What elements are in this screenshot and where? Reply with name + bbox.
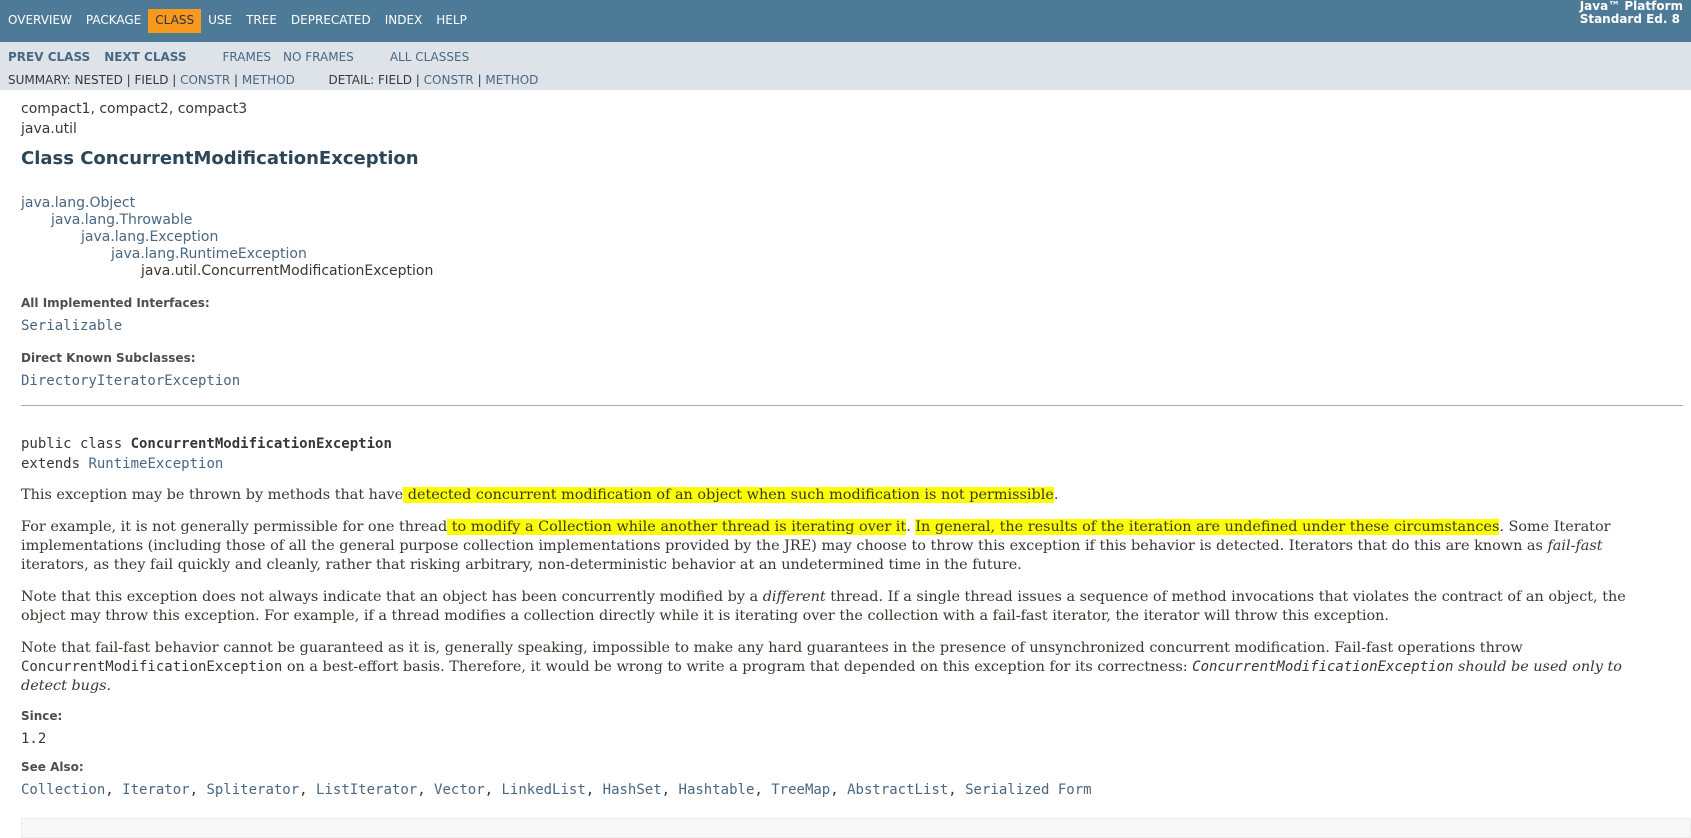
see-also-link[interactable]: LinkedList xyxy=(501,782,585,798)
see-also-separator: , xyxy=(585,782,603,798)
p4-text-a: Note that fail-fast behavior cannot be g… xyxy=(21,640,1523,656)
see-also-link[interactable]: TreeMap xyxy=(771,782,830,798)
p4-text-b: on a best-effort basis. Therefore, it wo… xyxy=(282,659,1193,675)
p2-highlight-2: In general, the results of the iteration… xyxy=(915,519,1500,535)
see-also-link[interactable]: AbstractList xyxy=(847,782,948,798)
p1-text-a: This exception may be thrown by methods … xyxy=(21,487,404,503)
see-also-link[interactable]: Serialized Form xyxy=(965,782,1091,798)
nav-deprecated-link[interactable]: DEPRECATED xyxy=(284,9,378,33)
summary-constr-link[interactable]: CONSTR xyxy=(180,73,230,87)
top-nav-items: OVERVIEW PACKAGE CLASS USE TREE DEPRECAT… xyxy=(0,9,474,33)
platform-label: Java™ Platform Standard Ed. 8 xyxy=(1580,0,1683,26)
main-content: compact1, compact2, compact3 java.util C… xyxy=(0,99,1691,799)
summary-prefix: SUMMARY: NESTED | FIELD | xyxy=(8,73,181,87)
see-also-link[interactable]: HashSet xyxy=(603,782,662,798)
see-also-separator: , xyxy=(484,782,502,798)
p2-text-a: For example, it is not generally permiss… xyxy=(21,519,448,535)
signature-extends: extends xyxy=(21,456,89,472)
subclasses-label: Direct Known Subclasses: xyxy=(21,351,196,365)
inheritance-throwable-link[interactable]: java.lang.Throwable xyxy=(51,212,192,228)
p4-emphasis-code: ConcurrentModificationException xyxy=(1192,659,1454,675)
signature-prefix: public class xyxy=(21,436,131,452)
p2-text-b: . xyxy=(906,519,916,535)
since-label: Since: xyxy=(21,709,63,723)
p3-emphasis: different xyxy=(762,589,826,605)
subnav-row-2: SUMMARY: NESTED | FIELD | CONSTR | METHO… xyxy=(8,71,538,89)
interfaces-label: All Implemented Interfaces: xyxy=(21,296,210,310)
page-title: Class ConcurrentModificationException xyxy=(21,148,419,169)
nav-tree-link[interactable]: TREE xyxy=(239,9,284,33)
detail-method-link[interactable]: METHOD xyxy=(485,73,538,87)
p2-text-d: iterators, as they fail quickly and clea… xyxy=(21,557,1022,573)
see-also-link[interactable]: Hashtable xyxy=(679,782,755,798)
inheritance-exception-link[interactable]: java.lang.Exception xyxy=(81,229,218,245)
p3-text-a: Note that this exception does not always… xyxy=(21,589,763,605)
inheritance-object-link[interactable]: java.lang.Object xyxy=(21,195,135,211)
see-also-link[interactable]: Iterator xyxy=(122,782,189,798)
summary-method-link[interactable]: METHOD xyxy=(242,73,295,87)
summary-separator: | xyxy=(230,73,242,87)
directory-iterator-exception-link[interactable]: DirectoryIteratorException xyxy=(21,373,240,389)
see-also-link[interactable]: Collection xyxy=(21,782,105,798)
see-also-separator: , xyxy=(948,782,966,798)
see-also-link[interactable]: ListIterator xyxy=(316,782,417,798)
see-also-separator: , xyxy=(189,782,207,798)
detail-prefix: DETAIL: FIELD | xyxy=(328,73,424,87)
description-paragraph-1: This exception may be thrown by methods … xyxy=(21,486,1671,505)
no-frames-link[interactable]: NO FRAMES xyxy=(283,50,354,64)
p4-code: ConcurrentModificationException xyxy=(21,659,283,675)
see-also-link[interactable]: Spliterator xyxy=(206,782,299,798)
see-also-list: Collection, Iterator, Spliterator, ListI… xyxy=(21,781,1670,799)
divider xyxy=(21,405,1683,406)
class-signature: public class ConcurrentModificationExcep… xyxy=(21,434,1670,474)
see-also-separator: , xyxy=(754,782,772,798)
see-also-separator: , xyxy=(299,782,317,798)
prev-class-link[interactable]: PREV CLASS xyxy=(8,50,90,64)
serializable-link[interactable]: Serializable xyxy=(21,318,122,334)
nav-index-link[interactable]: INDEX xyxy=(378,9,430,33)
description-paragraph-3: Note that this exception does not always… xyxy=(21,588,1671,626)
description-paragraph-2: For example, it is not generally permiss… xyxy=(21,518,1671,575)
see-also-link[interactable]: Vector xyxy=(434,782,485,798)
package-label: java.util xyxy=(21,121,77,137)
profiles-label: compact1, compact2, compact3 xyxy=(21,101,248,117)
nav-package-link[interactable]: PACKAGE xyxy=(79,9,148,33)
next-class-link[interactable]: NEXT CLASS xyxy=(104,50,186,64)
platform-line-2: Standard Ed. 8 xyxy=(1579,12,1680,26)
nav-help-link[interactable]: HELP xyxy=(429,9,474,33)
nav-overview-link[interactable]: OVERVIEW xyxy=(0,9,79,33)
inheritance-runtimeexception-link[interactable]: java.lang.RuntimeException xyxy=(111,246,307,262)
p2-highlight-1: to modify a Collection while another thr… xyxy=(447,519,907,535)
nav-use-link[interactable]: USE xyxy=(201,9,239,33)
detail-constr-link[interactable]: CONSTR xyxy=(424,73,474,87)
summary-section-box xyxy=(21,818,1691,838)
inheritance-current-class: java.util.ConcurrentModificationExceptio… xyxy=(141,263,434,279)
since-value: 1.2 xyxy=(21,731,47,747)
all-classes-link[interactable]: ALL CLASSES xyxy=(390,50,469,64)
see-also-label: See Also: xyxy=(21,760,84,774)
top-navbar: OVERVIEW PACKAGE CLASS USE TREE DEPRECAT… xyxy=(0,0,1691,42)
p1-text-b: . xyxy=(1053,487,1059,503)
see-also-separator: , xyxy=(830,782,848,798)
p1-highlight: detected concurrent modification of an o… xyxy=(403,487,1054,503)
see-also-separator: , xyxy=(105,782,123,798)
inheritance-tree: java.lang.Object java.lang.Throwable jav… xyxy=(21,195,1670,280)
p2-emphasis: fail-fast xyxy=(1547,538,1603,554)
see-also-separator: , xyxy=(417,782,435,798)
see-also-separator: , xyxy=(661,782,679,798)
superclass-link[interactable]: RuntimeException xyxy=(88,456,223,472)
sub-navbar: PREV CLASS NEXT CLASS FRAMES NO FRAMES A… xyxy=(0,42,1691,90)
frames-link[interactable]: FRAMES xyxy=(223,50,272,64)
signature-class-name: ConcurrentModificationException xyxy=(130,436,392,452)
nav-class-tab-active: CLASS xyxy=(148,9,202,33)
description-paragraph-4: Note that fail-fast behavior cannot be g… xyxy=(21,639,1671,696)
detail-separator: | xyxy=(473,73,486,87)
subnav-row-1: PREV CLASS NEXT CLASS FRAMES NO FRAMES A… xyxy=(8,47,481,67)
